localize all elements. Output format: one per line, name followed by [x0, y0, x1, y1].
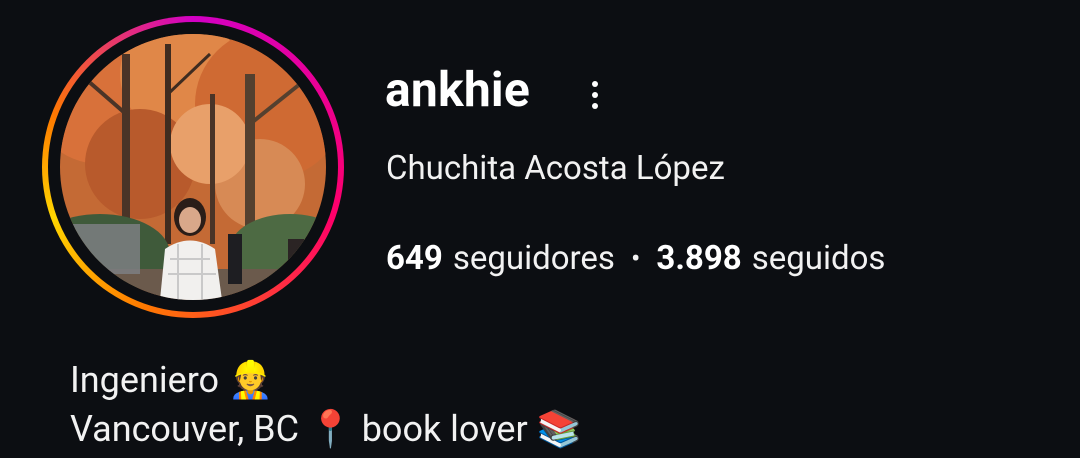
followers-link[interactable]: 649 seguidores [386, 237, 615, 281]
bio-line-1: Ingeniero 👷 [70, 356, 581, 405]
location-pin-icon: 📍 [307, 409, 353, 450]
profile-header: ankhie Chuchita Acosta López 649 seguidor… [0, 0, 1080, 458]
more-vertical-icon[interactable] [579, 75, 611, 115]
full-name: Chuchita Acosta López [386, 149, 725, 188]
following-count: 3.898 [656, 239, 742, 278]
followers-count: 649 [386, 239, 443, 278]
following-label: seguidos [751, 239, 886, 278]
menu-dot [592, 103, 598, 109]
books-icon: 📚 [536, 409, 582, 450]
avatar-ring-gap [48, 22, 338, 312]
avatar-photo-illustration [60, 34, 326, 300]
avatar-story-ring[interactable] [42, 16, 344, 318]
menu-dot [592, 81, 598, 87]
followers-label: seguidores [452, 239, 615, 278]
following-link[interactable]: 3.898 seguidos [656, 237, 885, 281]
stats-separator: • [630, 242, 641, 275]
bio: Ingeniero 👷 Vancouver, BC 📍 book lover 📚 [70, 356, 581, 454]
avatar[interactable] [60, 34, 326, 300]
bio-line-2: Vancouver, BC 📍 book lover 📚 [70, 405, 581, 454]
bio-occupation: Ingeniero [70, 359, 220, 401]
menu-dot [592, 92, 598, 98]
profile-stats: 649 seguidores • 3.898 seguidos [386, 237, 885, 281]
construction-worker-icon: 👷 [228, 360, 273, 401]
bio-interest: book lover [361, 408, 528, 450]
bio-location: Vancouver, BC [70, 408, 300, 450]
username: ankhie [385, 61, 530, 118]
